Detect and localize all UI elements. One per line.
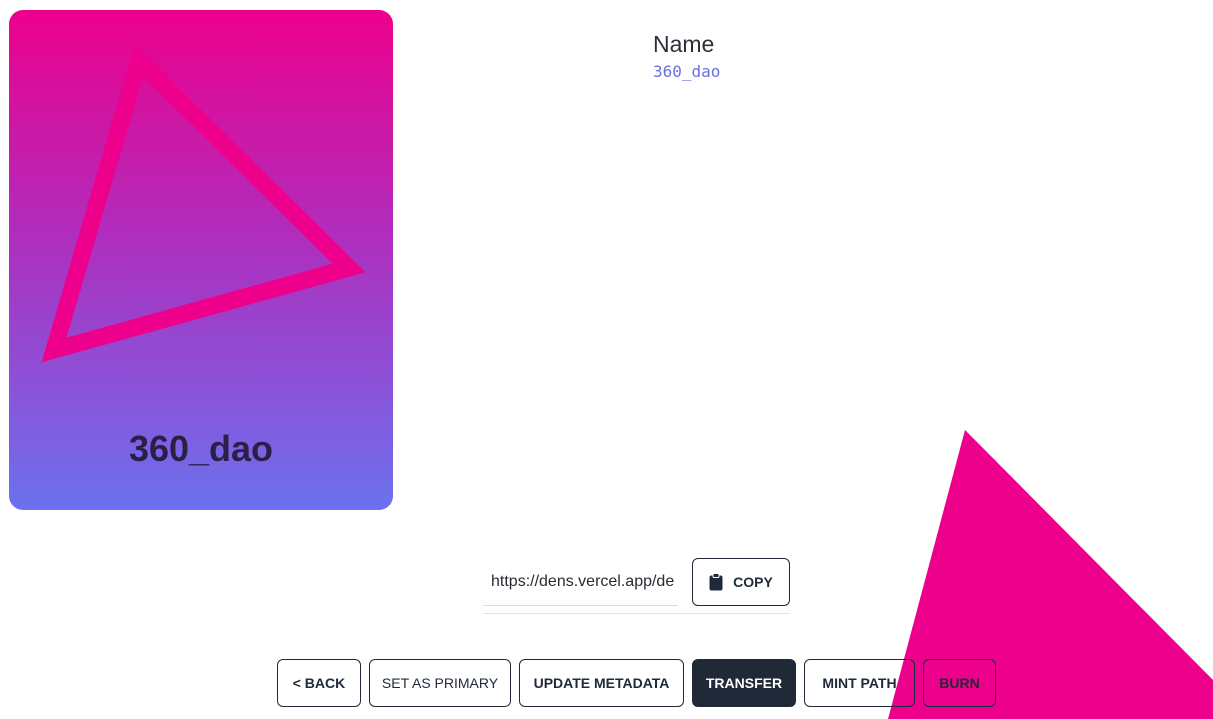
copy-button-label: COPY bbox=[733, 574, 773, 590]
share-url-field[interactable] bbox=[483, 558, 678, 606]
action-bar: < BACK SET AS PRIMARY UPDATE METADATA TR… bbox=[0, 659, 1213, 707]
card-domain-title: 360_dao bbox=[128, 428, 274, 469]
name-value: 360_dao bbox=[653, 62, 721, 81]
set-primary-button[interactable]: SET AS PRIMARY bbox=[369, 659, 511, 707]
update-metadata-button[interactable]: UPDATE METADATA bbox=[519, 659, 684, 707]
mint-path-button[interactable]: MINT PATH bbox=[804, 659, 915, 707]
burn-button[interactable]: BURN bbox=[923, 659, 996, 707]
name-details: Name 360_dao bbox=[653, 30, 720, 81]
back-button[interactable]: < BACK bbox=[277, 659, 361, 707]
domain-card: 360_dao bbox=[9, 10, 393, 510]
name-label: Name bbox=[653, 31, 715, 57]
share-link-row: COPY bbox=[483, 558, 790, 614]
divider bbox=[483, 613, 790, 614]
domain-detail-page: 360_dao Name 360_dao COPY < BACK SET AS … bbox=[0, 0, 1213, 719]
transfer-button[interactable]: TRANSFER bbox=[692, 659, 796, 707]
clipboard-icon bbox=[709, 573, 723, 591]
copy-button[interactable]: COPY bbox=[692, 558, 790, 606]
